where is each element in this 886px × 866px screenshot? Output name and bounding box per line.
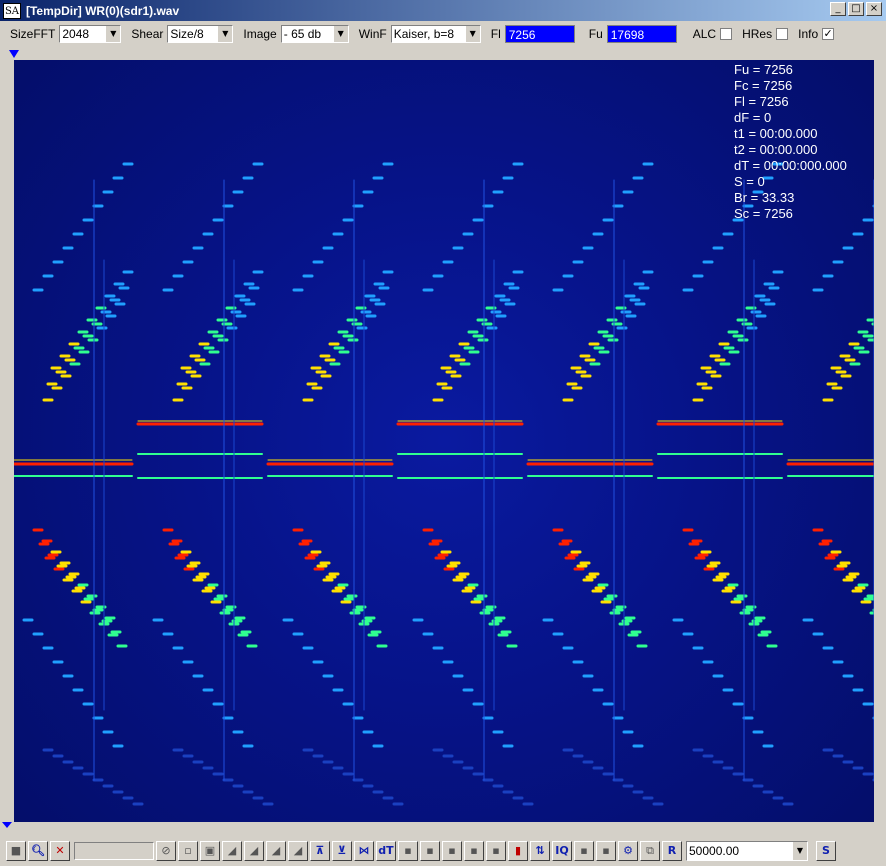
marker-red-icon[interactable]: ▮ — [508, 841, 528, 861]
tool-4-icon[interactable]: ▪ — [464, 841, 484, 861]
alc-label: ALC — [692, 27, 717, 41]
r-button[interactable]: R — [662, 841, 682, 861]
tool-3-icon[interactable]: ▪ — [442, 841, 462, 861]
align-top-icon[interactable]: ⊼ — [310, 841, 330, 861]
info-fl: Fl = 7256 — [734, 94, 789, 109]
info-panel: Fu = 7256 Fc = 7256 Fl = 7256 dF = 0 t1 … — [734, 62, 847, 222]
settings-toolbar: SizeFFT 2048 ▼ Shear Size/8 ▼ Image - 65… — [0, 21, 886, 47]
image-label: Image — [243, 27, 277, 41]
winf-select[interactable]: Kaiser, b=8 ▼ — [390, 25, 481, 43]
tool-6-icon[interactable]: ▪ — [574, 841, 594, 861]
frequency-ruler[interactable] — [0, 47, 886, 60]
image-select[interactable]: - 65 db ▼ — [280, 25, 349, 43]
winf-label: WinF — [358, 27, 387, 41]
info-sc: Sc = 7256 — [734, 206, 793, 221]
image-value: - 65 db — [283, 27, 322, 41]
bottom-toolbar: ■ 🔍︎ ✕ ⊘ ▫ ▣ ◢ ◢ ◢ ◢ ⊼ ⊻ ⋈ dT ▪ ▪ ▪ ▪ ▪ … — [0, 836, 886, 866]
record-icon[interactable]: ■ — [6, 841, 26, 861]
alc-checkbox[interactable] — [720, 28, 733, 40]
info-fu: Fu = 7256 — [734, 62, 793, 77]
filter-3-icon[interactable]: ◢ — [266, 841, 286, 861]
hres-label: HRes — [742, 27, 773, 41]
chevron-down-icon[interactable]: ▼ — [792, 842, 807, 860]
info-br: Br = 33.33 — [734, 190, 795, 205]
tool-5-icon[interactable]: ▪ — [486, 841, 506, 861]
tool-1-icon[interactable]: ▪ — [398, 841, 418, 861]
info-s: S = 0 — [734, 174, 765, 189]
hres-checkbox[interactable] — [776, 28, 789, 40]
fl-input[interactable]: 7256 — [504, 25, 575, 43]
chevron-down-icon[interactable]: ▼ — [332, 26, 348, 42]
info-t2: t2 = 00:00.000 — [734, 142, 818, 157]
fu-label: Fu — [588, 27, 603, 41]
info-label: Info — [798, 27, 819, 41]
vertical-scrollbar[interactable] — [874, 60, 886, 822]
time-ruler[interactable] — [0, 822, 886, 836]
mark-start-icon[interactable]: ▫ — [178, 841, 198, 861]
zoom-icon[interactable]: 🔍︎ — [28, 841, 48, 861]
info-dt: dT = 00:00:000.000 — [734, 158, 847, 173]
iq-button[interactable]: IQ — [552, 841, 572, 861]
info-checkbox[interactable]: ✓ — [822, 28, 835, 40]
info-fc: Fc = 7256 — [734, 78, 793, 93]
mark-box-icon[interactable]: ▣ — [200, 841, 220, 861]
chevron-down-icon[interactable]: ▼ — [217, 26, 233, 42]
winf-value: Kaiser, b=8 — [393, 27, 455, 41]
info-t1: t1 = 00:00.000 — [734, 126, 818, 141]
chevron-down-icon[interactable]: ▼ — [105, 26, 121, 42]
align-center-icon[interactable]: ⋈ — [354, 841, 374, 861]
tool-7-icon[interactable]: ▪ — [596, 841, 616, 861]
dt-button[interactable]: dT — [376, 841, 396, 861]
filter-4-icon[interactable]: ◢ — [288, 841, 308, 861]
fu-input[interactable]: 17698 — [606, 25, 677, 43]
end-marker-icon[interactable] — [2, 822, 12, 828]
filter-1-icon[interactable]: ◢ — [222, 841, 242, 861]
shear-select[interactable]: Size/8 ▼ — [167, 25, 234, 43]
shear-value: Size/8 — [170, 27, 204, 41]
title-bar: SA [TempDir] WR(0)(sdr1).wav _ □ × — [0, 0, 886, 21]
shear-label: Shear — [131, 27, 164, 41]
close-button[interactable]: × — [866, 2, 882, 16]
tool-2-icon[interactable]: ▪ — [420, 841, 440, 861]
gear-icon[interactable]: ⚙ — [618, 841, 638, 861]
rate-select[interactable]: 50000.00 ▼ — [686, 841, 808, 861]
s-button[interactable]: S — [816, 841, 836, 861]
chevron-down-icon[interactable]: ▼ — [464, 26, 480, 42]
fl-label: Fl — [490, 27, 501, 41]
maximize-button[interactable]: □ — [848, 2, 864, 16]
info-df: dF = 0 — [734, 110, 772, 125]
filter-2-icon[interactable]: ◢ — [244, 841, 264, 861]
spectrogram-view[interactable]: Fu = 7256 Fc = 7256 Fl = 7256 dF = 0 t1 … — [14, 60, 874, 822]
sizefft-select[interactable]: 2048 ▼ — [59, 25, 122, 43]
sizefft-value: 2048 — [62, 27, 90, 41]
app-icon: SA — [3, 2, 21, 19]
align-down-icon[interactable]: ⊻ — [332, 841, 352, 861]
sizefft-label: SizeFFT — [10, 27, 56, 41]
swap-icon[interactable]: ⇅ — [530, 841, 550, 861]
stop-icon[interactable]: ⊘ — [156, 841, 176, 861]
delete-icon[interactable]: ✕ — [50, 841, 70, 861]
rate-value: 50000.00 — [689, 844, 740, 858]
copy-icon[interactable]: ⧉ — [640, 841, 660, 861]
window-title: [TempDir] WR(0)(sdr1).wav — [26, 3, 180, 18]
position-slider[interactable] — [74, 842, 154, 860]
minimize-button[interactable]: _ — [830, 2, 846, 16]
left-scale — [0, 60, 14, 822]
start-marker-icon[interactable] — [9, 50, 19, 58]
